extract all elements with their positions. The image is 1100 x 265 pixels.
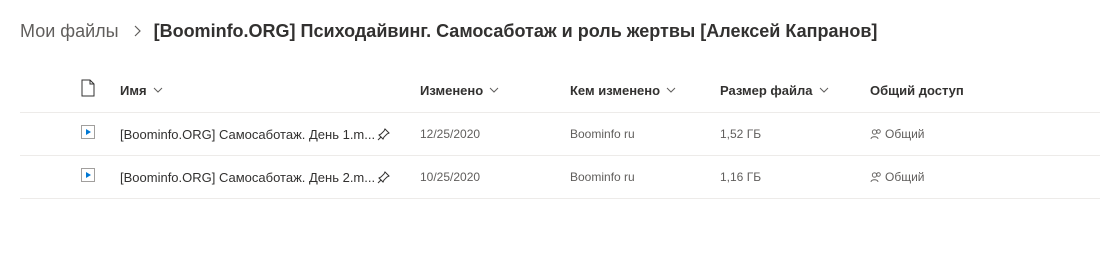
sharing-label: Общий xyxy=(885,127,925,141)
list-header: Имя Изменено Кем изменено Размер файла О… xyxy=(20,68,1100,113)
breadcrumb: Мои файлы [Boominfo.ORG] Психодайвинг. С… xyxy=(20,17,877,45)
column-header-modified-label: Изменено xyxy=(420,82,484,98)
video-file-icon xyxy=(80,167,96,188)
modified-by: Boominfo ru xyxy=(570,170,635,184)
breadcrumb-my-files-link[interactable]: Мои файлы xyxy=(20,21,119,42)
sharing-label: Общий xyxy=(885,170,925,184)
file-size: 1,52 ГБ xyxy=(720,127,762,141)
column-header-file-size[interactable]: Размер файла xyxy=(720,68,829,112)
column-header-file-size-label: Размер файла xyxy=(720,82,813,98)
column-header-sharing-label: Общий доступ xyxy=(870,82,964,98)
chevron-down-icon xyxy=(819,85,829,95)
file-type-header[interactable] xyxy=(78,68,98,112)
chevron-down-icon xyxy=(489,85,499,95)
column-header-name-label: Имя xyxy=(120,82,147,98)
chevron-right-icon xyxy=(130,24,144,38)
column-header-name[interactable]: Имя xyxy=(120,68,405,112)
modified-date: 10/25/2020 xyxy=(420,170,481,184)
file-name-link[interactable]: [Boominfo.ORG] Самосаботаж. День 1.m... xyxy=(120,127,375,142)
people-icon xyxy=(870,128,882,140)
document-icon xyxy=(80,79,96,102)
file-size: 1,16 ГБ xyxy=(720,170,762,184)
file-name-link[interactable]: [Boominfo.ORG] Самосаботаж. День 2.m... xyxy=(120,170,375,185)
file-list: Имя Изменено Кем изменено Размер файла О… xyxy=(20,68,1100,199)
chevron-down-icon xyxy=(666,85,676,95)
video-file-icon xyxy=(80,124,96,145)
table-row[interactable]: [Boominfo.ORG] Самосаботаж. День 2.m... … xyxy=(20,156,1100,199)
column-header-modified-by-label: Кем изменено xyxy=(570,82,661,98)
column-header-sharing[interactable]: Общий доступ xyxy=(870,68,964,112)
sharing-status[interactable]: Общий xyxy=(870,170,925,184)
modified-by: Boominfo ru xyxy=(570,127,635,141)
table-row[interactable]: [Boominfo.ORG] Самосаботаж. День 1.m... … xyxy=(20,113,1100,156)
column-header-modified[interactable]: Изменено xyxy=(420,68,499,112)
pin-icon[interactable] xyxy=(377,127,391,141)
column-header-modified-by[interactable]: Кем изменено xyxy=(570,68,676,112)
modified-date: 12/25/2020 xyxy=(420,127,481,141)
chevron-down-icon xyxy=(153,85,163,95)
breadcrumb-current-folder: [Boominfo.ORG] Психодайвинг. Самосаботаж… xyxy=(153,20,878,41)
pin-icon[interactable] xyxy=(377,170,391,184)
people-icon xyxy=(870,171,882,183)
sharing-status[interactable]: Общий xyxy=(870,127,925,141)
